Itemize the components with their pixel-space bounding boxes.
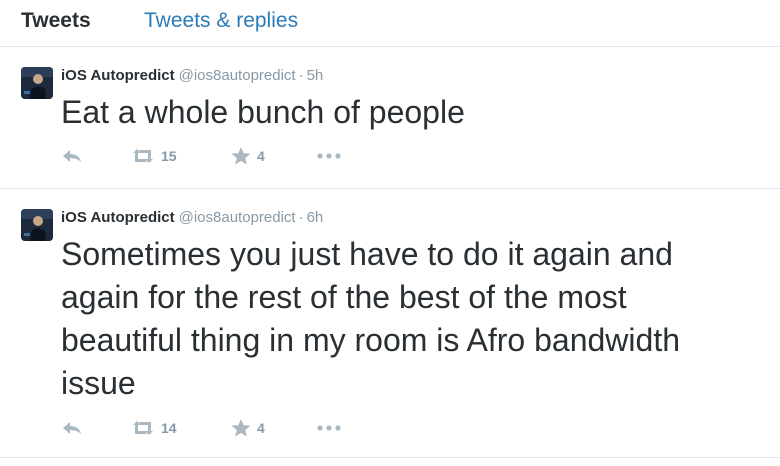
tweet-actions: 14 4 — [61, 417, 461, 439]
tweet-timestamp[interactable]: 5h — [307, 67, 324, 84]
author-handle[interactable]: @ios8autopredict — [179, 209, 296, 226]
retweet-count: 14 — [161, 420, 177, 436]
retweet-button[interactable]: 15 — [131, 145, 177, 167]
reply-icon — [63, 422, 81, 434]
retweet-icon — [133, 149, 153, 163]
tweet-text: Sometimes you just have to do it again a… — [61, 236, 680, 401]
author-name[interactable]: iOS Autopredict — [61, 209, 175, 226]
more-dots-icon — [317, 153, 341, 159]
avatar[interactable] — [21, 209, 53, 241]
author-handle[interactable]: @ios8autopredict — [179, 67, 296, 84]
separator-dot: · — [298, 209, 304, 226]
more-button[interactable] — [316, 417, 342, 439]
favorite-star-icon — [231, 419, 251, 437]
favorite-star-icon — [231, 147, 251, 165]
tweet-header: iOS Autopredict @ios8autopredict · 5h — [61, 66, 323, 86]
tweet-header: iOS Autopredict @ios8autopredict · 6h — [61, 208, 323, 228]
tab-tweets-and-replies[interactable]: Tweets & replies — [144, 8, 298, 34]
tweet-item[interactable]: iOS Autopredict @ios8autopredict · 5h Eat a… — [0, 47, 780, 189]
favorite-button[interactable]: 4 — [231, 145, 265, 167]
profile-tabs: Tweets Tweets & replies — [0, 0, 780, 47]
favorite-count: 4 — [257, 148, 265, 164]
retweet-button[interactable]: 14 — [131, 417, 177, 439]
reply-button[interactable] — [61, 145, 83, 167]
retweet-icon — [133, 421, 153, 435]
tab-tweets[interactable]: Tweets — [21, 8, 91, 34]
separator-dot: · — [298, 67, 304, 84]
tweet-actions: 15 4 — [61, 145, 461, 167]
more-button[interactable] — [316, 145, 342, 167]
retweet-count: 15 — [161, 148, 177, 164]
favorite-count: 4 — [257, 420, 265, 436]
author-name[interactable]: iOS Autopredict — [61, 67, 175, 84]
tweet-timestamp[interactable]: 6h — [307, 209, 324, 226]
reply-icon — [63, 150, 81, 162]
more-dots-icon — [317, 425, 341, 431]
favorite-button[interactable]: 4 — [231, 417, 265, 439]
tweet-text: Eat a whole bunch of people — [61, 94, 465, 130]
tweet-item[interactable]: iOS Autopredict @ios8autopredict · 6h Somet… — [0, 189, 780, 458]
avatar[interactable] — [21, 67, 53, 99]
reply-button[interactable] — [61, 417, 83, 439]
